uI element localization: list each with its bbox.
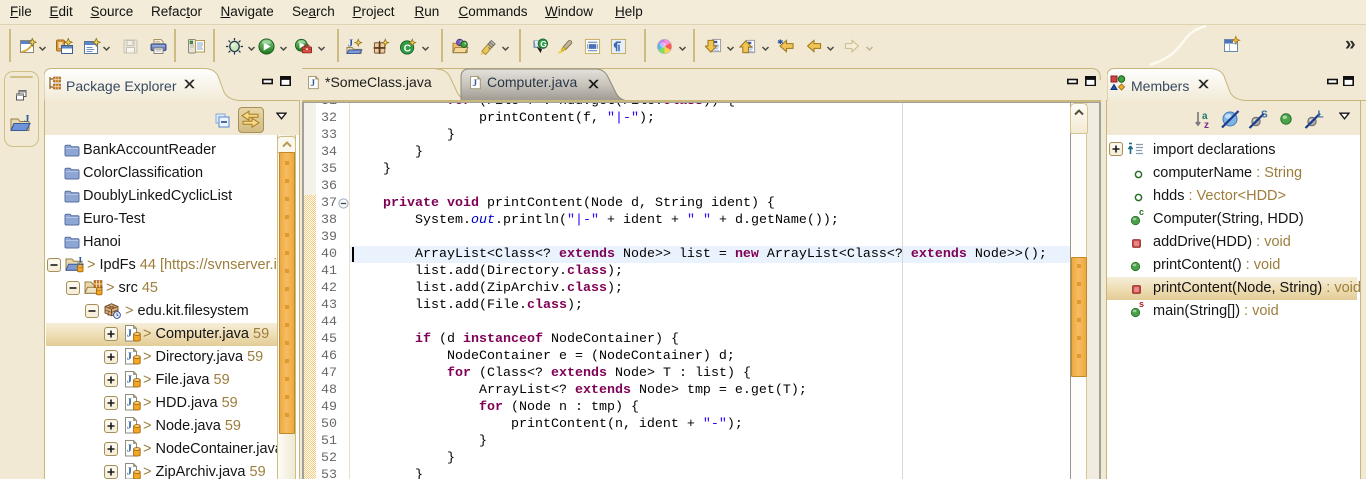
svg-text:z: z: [1204, 120, 1209, 130]
svg-text:L: L: [1318, 110, 1324, 121]
svg-text:C: C: [404, 43, 412, 54]
svg-text:S: S: [1261, 110, 1268, 121]
svg-text:G: G: [540, 39, 547, 49]
svg-text:J: J: [24, 113, 30, 125]
svg-text:»: »: [1345, 34, 1356, 55]
